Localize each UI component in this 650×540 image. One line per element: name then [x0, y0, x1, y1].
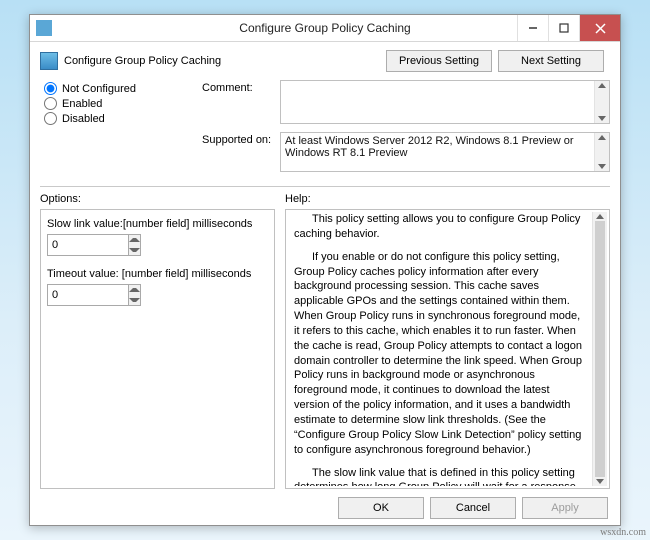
help-scrollbar[interactable] [592, 212, 607, 486]
supported-textarea: At least Windows Server 2012 R2, Windows… [280, 132, 610, 172]
timeout-input[interactable] [48, 285, 128, 305]
scroll-up-icon[interactable] [598, 135, 606, 140]
help-panel: This policy setting allows you to config… [285, 209, 610, 489]
spin-down-icon[interactable] [129, 295, 140, 305]
radio-disabled-label: Disabled [62, 113, 105, 125]
close-button[interactable] [579, 15, 620, 41]
window-buttons [517, 15, 620, 41]
help-p3: The slow link value that is defined in t… [294, 466, 588, 487]
comment-textarea[interactable] [280, 80, 610, 124]
radio-enabled-input[interactable] [44, 97, 57, 110]
divider [40, 186, 610, 187]
columns: Options: Slow link value:[number field] … [40, 191, 610, 489]
comment-label: Comment: [202, 80, 280, 94]
supported-value: At least Windows Server 2012 R2, Windows… [285, 135, 574, 159]
radio-disabled[interactable]: Disabled [44, 112, 190, 125]
help-p2: If you enable or do not configure this p… [294, 250, 588, 458]
spin-down-icon[interactable] [129, 245, 140, 255]
policy-title: Configure Group Policy Caching [64, 55, 221, 67]
options-header: Options: [40, 191, 275, 209]
options-column: Options: Slow link value:[number field] … [40, 191, 275, 489]
cancel-button[interactable]: Cancel [430, 497, 516, 519]
next-setting-button[interactable]: Next Setting [498, 50, 604, 72]
app-icon [36, 20, 52, 36]
scroll-thumb[interactable] [595, 221, 605, 477]
comment-row: Comment: [202, 80, 610, 124]
meta-fields: Comment: Supported on: At least Windows … [202, 80, 610, 180]
supported-label: Supported on: [202, 132, 280, 146]
options-panel: Slow link value:[number field] milliseco… [40, 209, 275, 489]
radio-enabled[interactable]: Enabled [44, 97, 190, 110]
scroll-down-icon[interactable] [598, 116, 606, 121]
help-header: Help: [285, 191, 610, 209]
minimize-button[interactable] [517, 15, 548, 41]
header: Configure Group Policy Caching Previous … [40, 50, 610, 72]
radio-not-configured-label: Not Configured [62, 83, 136, 95]
scroll-down-icon[interactable] [598, 164, 606, 169]
spin-up-icon[interactable] [129, 235, 140, 245]
slow-link-label: Slow link value:[number field] milliseco… [47, 218, 268, 230]
supported-row: Supported on: At least Windows Server 20… [202, 132, 610, 172]
radio-not-configured-input[interactable] [44, 82, 57, 95]
client-area: Configure Group Policy Caching Previous … [30, 42, 620, 525]
help-text: This policy setting allows you to config… [294, 212, 592, 486]
policy-dialog: Configure Group Policy Caching Configure… [29, 14, 621, 526]
watermark: wsxdn.com [600, 527, 646, 538]
previous-setting-button[interactable]: Previous Setting [386, 50, 492, 72]
maximize-button[interactable] [548, 15, 579, 41]
help-column: Help: This policy setting allows you to … [285, 191, 610, 489]
help-p1: This policy setting allows you to config… [294, 212, 588, 242]
supported-scrollbar[interactable] [594, 133, 609, 171]
slow-link-spinner[interactable] [47, 234, 141, 256]
scroll-up-icon[interactable] [598, 83, 606, 88]
radio-not-configured[interactable]: Not Configured [44, 82, 190, 95]
radio-enabled-label: Enabled [62, 98, 102, 110]
top-settings: Not Configured Enabled Disabled Comment: [40, 80, 610, 180]
comment-scrollbar[interactable] [594, 81, 609, 123]
ok-button[interactable]: OK [338, 497, 424, 519]
apply-button[interactable]: Apply [522, 497, 608, 519]
timeout-label: Timeout value: [number field] millisecon… [47, 268, 268, 280]
scroll-up-icon[interactable] [596, 214, 604, 219]
state-radios: Not Configured Enabled Disabled [40, 80, 190, 180]
footer: OK Cancel Apply [40, 489, 610, 519]
slow-link-input[interactable] [48, 235, 128, 255]
spin-up-icon[interactable] [129, 285, 140, 295]
radio-disabled-input[interactable] [44, 112, 57, 125]
policy-icon [40, 52, 58, 70]
titlebar[interactable]: Configure Group Policy Caching [30, 15, 620, 42]
timeout-spinner[interactable] [47, 284, 141, 306]
scroll-down-icon[interactable] [596, 479, 604, 484]
